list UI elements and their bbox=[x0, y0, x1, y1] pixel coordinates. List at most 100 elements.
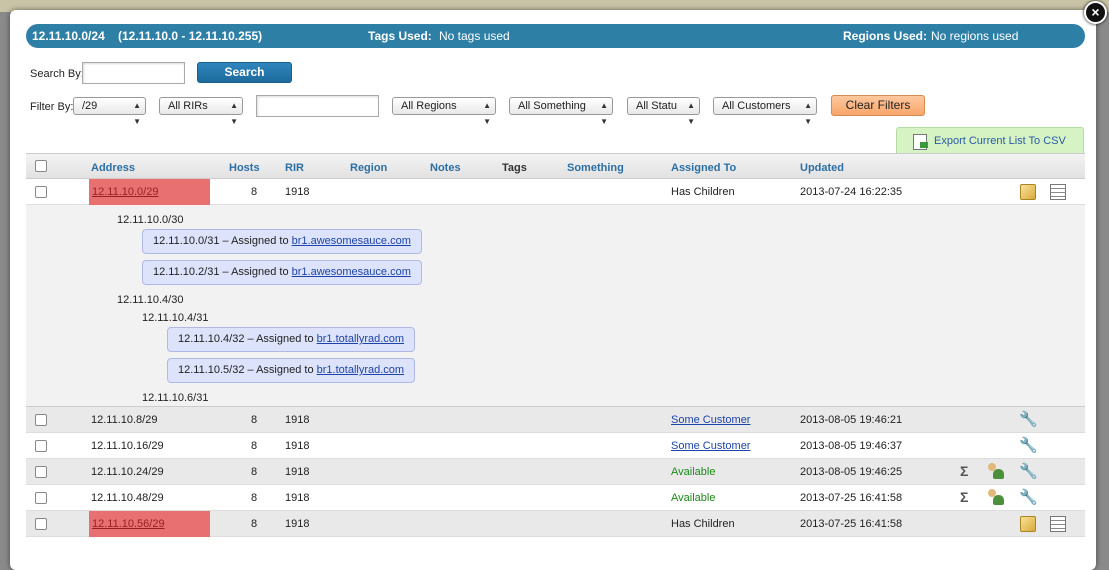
export-csv-button[interactable]: Export Current List To CSV bbox=[896, 127, 1084, 154]
subnet-range: (12.11.10.0 - 12.11.10.255) bbox=[118, 29, 263, 43]
child-assignment: 12.11.10.5/32 – Assigned to br1.totallyr… bbox=[167, 358, 416, 383]
children-panel: 12.11.10.0/30 12.11.10.0/31 – Assigned t… bbox=[26, 205, 1085, 407]
table-row: 12.11.10.48/29 8 1918 Available 2013-07-… bbox=[26, 485, 1085, 511]
table-row: 12.11.10.56/29 8 1918 Has Children 2013-… bbox=[26, 511, 1085, 537]
close-button[interactable]: × bbox=[1084, 1, 1107, 24]
address-link[interactable]: 12.11.10.56/29 bbox=[92, 518, 165, 530]
child-assignment-link[interactable]: br1.awesomesauce.com bbox=[292, 266, 411, 278]
col-assigned-to[interactable]: Assigned To bbox=[671, 162, 736, 174]
rir-cell: 1918 bbox=[285, 186, 310, 198]
child-node: 12.11.10.0/30 bbox=[117, 214, 184, 226]
customer-link[interactable]: Some Customer bbox=[671, 440, 750, 452]
edit-icon[interactable] bbox=[1020, 184, 1036, 200]
assigned-cell: Has Children bbox=[671, 186, 735, 198]
hosts-cell: 8 bbox=[251, 414, 258, 426]
status-select-value: All Statu bbox=[636, 100, 677, 112]
wrench-icon[interactable]: 🔧 bbox=[1019, 410, 1038, 428]
updated-cell: 2013-08-05 19:46:25 bbox=[800, 466, 903, 478]
row-checkbox[interactable] bbox=[35, 186, 47, 198]
col-hosts[interactable]: Hosts bbox=[229, 162, 260, 174]
edit-icon[interactable] bbox=[1020, 516, 1036, 532]
row-checkbox[interactable] bbox=[35, 492, 47, 504]
address-cell: 12.11.10.16/29 bbox=[91, 440, 164, 452]
assigned-cell-available: Available bbox=[671, 466, 716, 478]
search-by-label: Search By: bbox=[30, 68, 84, 80]
col-rir[interactable]: RIR bbox=[285, 162, 304, 174]
table-row: 12.11.10.8/29 8 1918 Some Customer 2013-… bbox=[26, 407, 1085, 433]
sigma-icon[interactable]: Σ bbox=[960, 489, 976, 505]
rir-cell: 1918 bbox=[285, 414, 310, 426]
customer-select[interactable]: All Customers ▲ ▼ bbox=[713, 97, 817, 126]
child-assignment: 12.11.10.4/32 – Assigned to br1.totallyr… bbox=[167, 327, 416, 352]
child-assignment-text: 12.11.10.4/32 – Assigned to bbox=[178, 333, 317, 345]
region-select-value: All Regions bbox=[401, 100, 457, 112]
rir-select-value: All RIRs bbox=[168, 100, 208, 112]
child-assignment-link[interactable]: br1.totallyrad.com bbox=[317, 333, 404, 345]
row-checkbox[interactable] bbox=[35, 414, 47, 426]
select-all-checkbox[interactable] bbox=[35, 160, 47, 172]
customer-link[interactable]: Some Customer bbox=[671, 414, 750, 426]
filter-text-input[interactable] bbox=[256, 95, 379, 117]
col-updated[interactable]: Updated bbox=[800, 162, 844, 174]
clear-filters-button[interactable]: Clear Filters bbox=[831, 95, 925, 116]
assigned-cell: Has Children bbox=[671, 518, 735, 530]
status-select[interactable]: All Statu ▲ ▼ bbox=[627, 97, 700, 126]
updated-cell: 2013-08-05 19:46:21 bbox=[800, 414, 903, 426]
tags-value: No tags used bbox=[439, 29, 510, 43]
list-icon[interactable] bbox=[1050, 184, 1066, 200]
subnet-modal: 12.11.10.0/24 (12.11.10.0 - 12.11.10.255… bbox=[10, 10, 1096, 570]
row-checkbox[interactable] bbox=[35, 466, 47, 478]
wrench-icon[interactable]: 🔧 bbox=[1019, 436, 1038, 454]
child-node: 12.11.10.4/31 bbox=[142, 312, 209, 324]
table-header: Address Hosts RIR Region Notes Tags Some… bbox=[26, 153, 1085, 179]
address-cell-has-children: 12.11.10.0/29 bbox=[89, 179, 210, 205]
child-assignment-link[interactable]: br1.awesomesauce.com bbox=[292, 235, 411, 247]
rir-cell: 1918 bbox=[285, 466, 310, 478]
child-assignment: 12.11.10.2/31 – Assigned to br1.awesomes… bbox=[142, 260, 422, 285]
child-assignment: 12.11.10.0/31 – Assigned to br1.awesomes… bbox=[142, 229, 422, 254]
region-select[interactable]: All Regions ▲ ▼ bbox=[392, 97, 496, 126]
address-link[interactable]: 12.11.10.0/29 bbox=[92, 186, 158, 198]
wrench-icon[interactable]: 🔧 bbox=[1019, 488, 1038, 506]
regions-value: No regions used bbox=[931, 29, 1019, 43]
subnet-header: 12.11.10.0/24 (12.11.10.0 - 12.11.10.255… bbox=[26, 24, 1085, 48]
list-icon[interactable] bbox=[1050, 516, 1066, 532]
csv-icon bbox=[913, 134, 928, 150]
table-row: 12.11.10.24/29 8 1918 Available 2013-08-… bbox=[26, 459, 1085, 485]
updated-cell: 2013-07-25 16:41:58 bbox=[800, 518, 903, 530]
row-checkbox[interactable] bbox=[35, 518, 47, 530]
table-row: 12.11.10.0/29 8 1918 Has Children 2013-0… bbox=[26, 179, 1085, 205]
select-arrow-icon: ▲ ▼ bbox=[600, 101, 608, 126]
export-csv-label: Export Current List To CSV bbox=[934, 135, 1066, 147]
assign-user-icon[interactable] bbox=[988, 489, 1004, 505]
prefix-select-value: /29 bbox=[82, 100, 98, 112]
col-tags: Tags bbox=[502, 162, 527, 174]
sigma-icon[interactable]: Σ bbox=[960, 463, 976, 479]
col-something[interactable]: Something bbox=[567, 162, 624, 174]
row-checkbox[interactable] bbox=[35, 440, 47, 452]
child-assignment-text: 12.11.10.5/32 – Assigned to bbox=[178, 364, 317, 376]
col-region[interactable]: Region bbox=[350, 162, 387, 174]
col-notes[interactable]: Notes bbox=[430, 162, 461, 174]
hosts-cell: 8 bbox=[251, 518, 258, 530]
child-node: 12.11.10.4/30 bbox=[117, 294, 184, 306]
prefix-select[interactable]: /29 ▲ ▼ bbox=[73, 97, 146, 126]
wrench-icon[interactable]: 🔧 bbox=[1019, 462, 1038, 480]
select-arrow-icon: ▲ ▼ bbox=[687, 101, 695, 126]
regions-label: Regions Used: bbox=[843, 29, 928, 43]
child-node: 12.11.10.6/31 bbox=[142, 392, 209, 404]
select-arrow-icon: ▲ ▼ bbox=[230, 101, 238, 126]
rir-select[interactable]: All RIRs ▲ ▼ bbox=[159, 97, 243, 126]
assign-user-icon[interactable] bbox=[988, 463, 1004, 479]
rir-cell: 1918 bbox=[285, 492, 310, 504]
col-address[interactable]: Address bbox=[91, 162, 135, 174]
select-arrow-icon: ▲ ▼ bbox=[804, 101, 812, 126]
something-select[interactable]: All Something ▲ ▼ bbox=[509, 97, 613, 126]
search-button[interactable]: Search bbox=[197, 62, 292, 83]
updated-cell: 2013-07-25 16:41:58 bbox=[800, 492, 903, 504]
child-assignment-link[interactable]: br1.totallyrad.com bbox=[317, 364, 404, 376]
tags-label: Tags Used: bbox=[368, 29, 432, 43]
hosts-cell: 8 bbox=[251, 466, 258, 478]
something-select-value: All Something bbox=[518, 100, 586, 112]
search-input[interactable] bbox=[82, 62, 185, 84]
